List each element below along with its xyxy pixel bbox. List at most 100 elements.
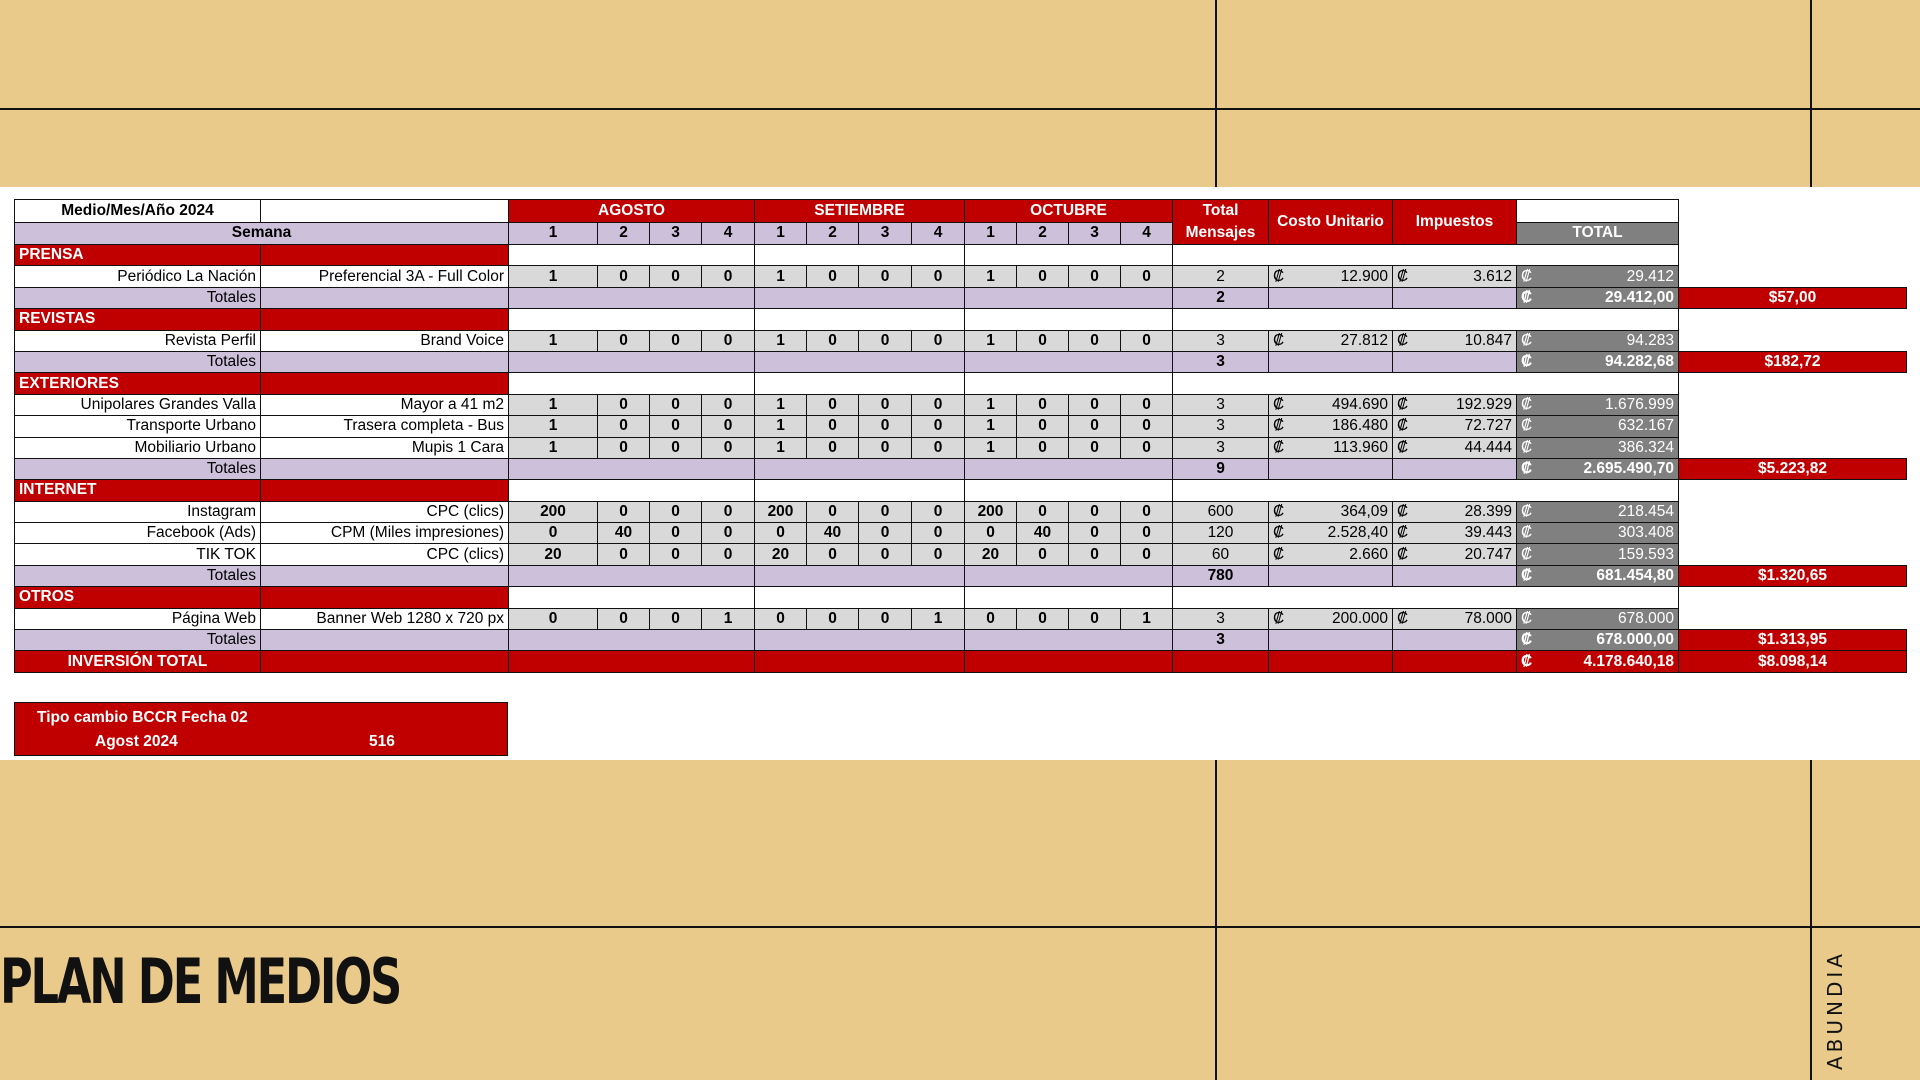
currency-symbol: ₡: [1397, 502, 1409, 520]
week-cell: 4: [911, 221, 965, 245]
row-total-cell: ₡ 218.454: [1516, 500, 1679, 524]
week-value-cell: 0: [858, 265, 912, 288]
currency-symbol: ₡: [1521, 609, 1533, 627]
red-cell: [1172, 650, 1269, 673]
totales-row: Totales 3 ₡ 94.282,68 $182,72: [14, 350, 1907, 374]
week-value-cell: 200: [964, 500, 1017, 524]
total-mensajes-cell: 120: [1172, 522, 1269, 545]
currency-symbol: ₡: [1273, 524, 1285, 542]
cell-value: 113.960: [1333, 438, 1388, 456]
week-value-cell: 1: [754, 415, 807, 438]
cell-value: 78.000: [1464, 609, 1512, 627]
week-value-cell: 0: [1120, 436, 1173, 459]
week-value-cell: 0: [1068, 522, 1121, 545]
currency-symbol: ₡: [1521, 545, 1533, 563]
currency-symbol: ₡: [1521, 438, 1533, 456]
blank-cell: [1172, 243, 1679, 267]
section-name: OTROS: [14, 586, 261, 609]
week-value-cell: 1: [1120, 607, 1173, 631]
week-value-cell: 0: [1068, 265, 1121, 288]
week-value-cell: 0: [806, 415, 859, 438]
week-value-cell: 0: [1120, 393, 1173, 417]
row-total-cell: ₡ 1.676.999: [1516, 393, 1679, 417]
header-row-weeks: Semana 1 2 3 4 1 2 3 4 1 2 3 4 TOTAL: [14, 221, 1907, 245]
week-value-cell: 0: [649, 522, 702, 545]
week-value-cell: 0: [1068, 393, 1121, 417]
cell-value: 39.443: [1464, 524, 1512, 542]
blank-cell: [1679, 523, 1907, 544]
totales-label: Totales: [14, 457, 261, 481]
blank-cell: [1172, 308, 1679, 331]
red-cell: [964, 650, 1173, 673]
week-value-cell: 0: [858, 543, 912, 566]
blank-cell: [1679, 480, 1907, 501]
costo-unitario-cell: ₡ 2.528,40: [1268, 522, 1393, 545]
currency-symbol: ₡: [1521, 502, 1533, 520]
medio-cell: Instagram: [14, 500, 261, 524]
week-value-cell: 0: [597, 265, 650, 288]
week-value-cell: 0: [597, 415, 650, 438]
red-cell: [1268, 650, 1393, 673]
week-value-cell: 0: [649, 436, 702, 459]
currency-symbol: ₡: [1397, 524, 1409, 542]
blank-cell: [1679, 608, 1907, 629]
week-value-cell: 0: [1016, 415, 1069, 438]
lav-cell: [1268, 286, 1393, 310]
totales-mensajes: 3: [1172, 629, 1269, 652]
week-value-cell: 0: [701, 393, 755, 417]
week-value-cell: 0: [1120, 265, 1173, 288]
week-value-cell: 1: [754, 393, 807, 417]
lav-cell: [508, 457, 755, 481]
medio-cell: Revista Perfil: [14, 329, 261, 352]
row-total-cell: ₡ 159.593: [1516, 543, 1679, 566]
lav-cell: [1268, 564, 1393, 588]
week-cell: 3: [1068, 221, 1121, 245]
cell-value: 364,09: [1340, 502, 1388, 520]
cell-value: 1.676.999: [1605, 395, 1674, 413]
week-value-cell: 0: [858, 522, 912, 545]
currency-symbol: ₡: [1521, 331, 1533, 349]
blank-cell: [1679, 245, 1907, 266]
currency-symbol: ₡: [1521, 417, 1533, 435]
cell-value: 386.324: [1617, 438, 1674, 456]
header-month-octubre: OCTUBRE: [964, 199, 1173, 223]
week-value-cell: 0: [1120, 543, 1173, 566]
week-value-cell: 0: [1016, 393, 1069, 417]
week-value-cell: 0: [911, 436, 965, 459]
week-value-cell: 0: [649, 500, 702, 524]
cell-value: 10.847: [1464, 331, 1512, 349]
week-cell: 1: [508, 221, 598, 245]
exchange-rate-label: Tipo cambio BCCR Fecha 02: [37, 709, 248, 726]
week-value-cell: 0: [701, 436, 755, 459]
week-value-cell: 1: [964, 436, 1017, 459]
week-value-cell: 1: [754, 436, 807, 459]
week-value-cell: 0: [964, 607, 1017, 631]
lav-cell: [1392, 350, 1517, 374]
red-cell: [754, 650, 965, 673]
section-header-fill: [260, 586, 509, 609]
formato-cell: Preferencial 3A - Full Color: [260, 265, 509, 288]
section-name: PRENSA: [14, 243, 261, 267]
week-value-cell: 0: [1068, 436, 1121, 459]
currency-symbol: ₡: [1521, 353, 1533, 371]
table-row: TIK TOK CPC (clics) 20 0 0 0 20 0 0 0 20 0 0 0 60 ₡ 2.66…: [14, 543, 1907, 566]
week-value-cell: 200: [754, 500, 807, 524]
week-value-cell: 0: [597, 436, 650, 459]
blank-cell: [964, 372, 1173, 395]
totales-row: Totales 9 ₡ 2.695.490,70 $5.223,82: [14, 457, 1907, 481]
week-value-cell: 20: [964, 543, 1017, 566]
section-header-fill: [260, 243, 509, 267]
medio-cell: Facebook (Ads): [14, 522, 261, 545]
cell-value: 2.660: [1349, 545, 1388, 563]
week-cell: 2: [806, 221, 859, 245]
week-cell: 4: [1120, 221, 1173, 245]
medio-cell: Transporte Urbano: [14, 415, 261, 438]
week-value-cell: 0: [597, 607, 650, 631]
week-value-cell: 0: [806, 607, 859, 631]
week-value-cell: 0: [597, 393, 650, 417]
week-value-cell: 0: [649, 329, 702, 352]
section-header-fill: [260, 479, 509, 502]
impuestos-cell: ₡ 72.727: [1392, 415, 1517, 438]
impuestos-cell: ₡ 192.929: [1392, 393, 1517, 417]
lav-cell: [754, 629, 965, 652]
